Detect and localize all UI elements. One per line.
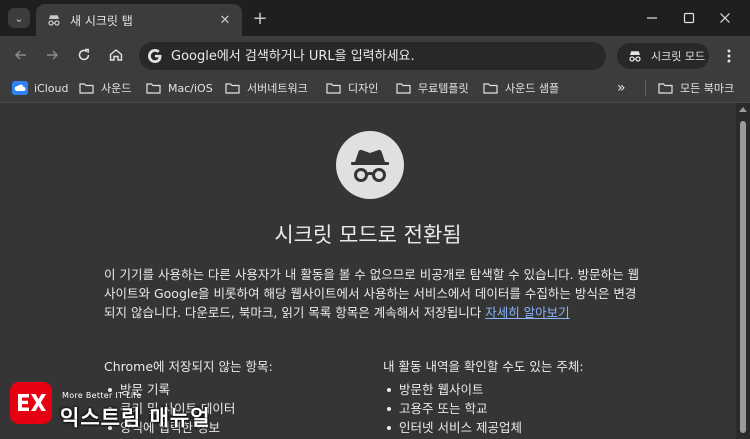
folder-icon xyxy=(225,81,241,95)
google-g-icon xyxy=(148,49,162,63)
page-title: 시크릿 모드로 전환됨 xyxy=(274,223,462,247)
tab-incognito[interactable]: 새 시크릿 탭 ✕ xyxy=(36,4,242,36)
maximize-icon xyxy=(683,12,695,24)
bookmark-label: 사운드 xyxy=(101,82,132,95)
folder-icon xyxy=(483,81,499,95)
folder-icon xyxy=(79,81,95,95)
not-saved-heading: Chrome에 저장되지 않는 항목: xyxy=(104,359,273,374)
bookmark-label: 무료템플릿 xyxy=(418,82,469,95)
close-icon xyxy=(720,13,730,23)
brand-logo xyxy=(10,382,52,424)
back-button[interactable] xyxy=(9,43,33,67)
new-tab-button[interactable]: + xyxy=(250,8,270,29)
bookmark-label: 사운드 샘플 xyxy=(505,82,560,95)
list-item: 방문한 웹사이트 xyxy=(387,380,643,399)
bookmark-folder-macios[interactable]: Mac/iOS xyxy=(146,80,213,96)
visible-to-list: 방문한 웹사이트 고용주 또는 학교 인터넷 서비스 제공업체 xyxy=(383,380,643,437)
scrollbar-thumb[interactable] xyxy=(740,121,746,433)
incognito-label: 시크릿 모드 xyxy=(651,50,706,63)
bookmark-folder-templates[interactable]: 무료템플릿 xyxy=(396,80,469,96)
incognito-icon xyxy=(627,48,643,64)
omnibox-input[interactable] xyxy=(171,48,591,64)
home-button[interactable] xyxy=(104,43,128,67)
learn-more-link[interactable]: 자세히 알아보기 xyxy=(485,305,569,320)
icloud-icon xyxy=(12,81,28,95)
arrow-right-icon xyxy=(47,50,59,60)
incognito-description: 이 기기를 사용하는 다른 사용자가 내 활동을 볼 수 없으므로 비공개로 탐… xyxy=(104,265,644,322)
folder-icon xyxy=(326,81,342,95)
main-menu-button[interactable] xyxy=(718,44,740,68)
bookmark-label: Mac/iOS xyxy=(168,81,213,95)
bookmark-folder-all[interactable]: 모든 북마크 xyxy=(658,80,734,96)
incognito-icon xyxy=(46,12,62,28)
list-item: 고용주 또는 학교 xyxy=(387,399,643,418)
bookmark-label: 모든 북마크 xyxy=(680,82,735,95)
close-icon[interactable]: ✕ xyxy=(216,11,234,29)
window-close-button[interactable] xyxy=(713,6,737,30)
visible-to-heading: 내 활동 내역을 확인할 수도 있는 주체: xyxy=(383,359,584,374)
visible-to-section: 내 활동 내역을 확인할 수도 있는 주체: 방문한 웹사이트 고용주 또는 학… xyxy=(383,358,643,437)
bookmarks-divider xyxy=(645,80,646,96)
bookmark-label: 디자인 xyxy=(348,82,379,95)
folder-icon xyxy=(396,81,412,95)
bookmark-label: iCloud xyxy=(34,81,69,95)
more-vert-icon xyxy=(727,49,731,63)
tab-search-button[interactable]: ⌄ xyxy=(8,8,30,28)
home-icon xyxy=(109,49,123,61)
tab-strip: ⌄ 새 시크릿 탭 ✕ + xyxy=(0,0,750,36)
reload-icon xyxy=(78,48,90,61)
incognito-indicator[interactable]: 시크릿 모드 xyxy=(617,43,709,69)
bookmark-label: 서버네트워크 xyxy=(247,82,308,95)
omnibox[interactable] xyxy=(139,42,606,70)
bookmark-folder-design[interactable]: 디자인 xyxy=(326,80,378,96)
bookmark-folder-server[interactable]: 서버네트워크 xyxy=(225,80,308,96)
bookmark-folder-sound[interactable]: 사운드 xyxy=(79,80,131,96)
bookmark-icloud[interactable]: iCloud xyxy=(12,80,68,96)
folder-icon xyxy=(658,81,674,95)
scroll-up-arrow-icon[interactable] xyxy=(739,107,747,112)
watermark-tagline: More Better IT Life xyxy=(62,391,142,400)
minimize-icon xyxy=(647,17,657,19)
tab-title: 새 시크릿 탭 xyxy=(70,13,133,28)
bookmark-folder-sound-samples[interactable]: 사운드 샘플 xyxy=(483,80,559,96)
list-item: 인터넷 서비스 제공업체 xyxy=(387,418,643,437)
forward-button[interactable] xyxy=(40,43,64,67)
maximize-button[interactable] xyxy=(677,6,701,30)
chevron-down-icon: ⌄ xyxy=(14,11,24,25)
bookmarks-overflow-button[interactable]: » xyxy=(617,80,626,96)
page-scrollbar[interactable] xyxy=(736,103,750,439)
incognito-hero-icon xyxy=(336,131,404,199)
list-item: 방문 기록 xyxy=(108,380,364,399)
reload-button[interactable] xyxy=(72,43,96,67)
folder-icon xyxy=(146,81,162,95)
arrow-left-icon xyxy=(14,50,26,60)
minimize-button[interactable] xyxy=(640,6,664,30)
watermark-brand: 익스트림 매뉴얼 xyxy=(60,406,211,430)
bookmarks-bar: iCloud 사운드 Mac/iOS 서버네트워크 디자인 무료템플릿 사운드 … xyxy=(0,74,750,103)
